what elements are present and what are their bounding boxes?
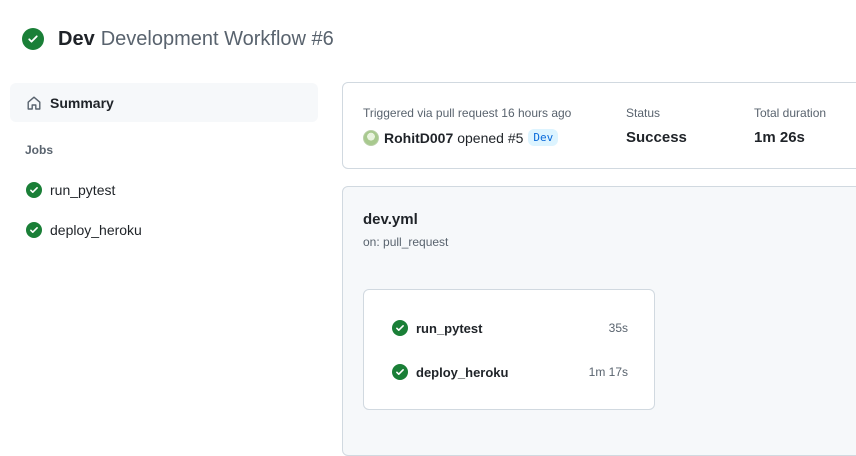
home-icon <box>26 95 42 111</box>
trigger-details: RohitD007 opened #5 Dev <box>363 129 559 146</box>
sidebar-job-label: deploy_heroku <box>50 222 142 238</box>
workflow-jobs-box: run_pytest 35s deploy_heroku 1m 17s <box>363 289 655 410</box>
graph-job-label: deploy_heroku <box>416 364 509 380</box>
status-caption: Status <box>626 106 661 120</box>
status-value: Success <box>626 129 687 146</box>
check-circle-fill-icon <box>26 182 42 198</box>
workflow-trigger: on: pull_request <box>363 235 449 249</box>
run-summary-card: Triggered via pull request 16 hours ago … <box>342 82 856 169</box>
graph-job-duration: 1m 17s <box>588 365 628 379</box>
sidebar-item-label: Summary <box>50 94 114 111</box>
graph-job-duration: 35s <box>608 321 628 335</box>
graph-job-run-pytest[interactable]: run_pytest 35s <box>392 319 628 337</box>
title-workflow-name: Development Workflow #6 <box>100 28 334 50</box>
run-title-row: Dev Development Workflow #6 <box>22 27 334 51</box>
duration-value: 1m 26s <box>754 129 805 146</box>
sidebar-job-deploy-heroku[interactable]: deploy_heroku <box>26 221 142 239</box>
graph-job-label: run_pytest <box>416 320 483 336</box>
check-circle-fill-icon <box>26 222 42 238</box>
check-circle-fill-icon <box>22 28 44 50</box>
sidebar-item-summary[interactable]: Summary <box>10 83 318 122</box>
title-branch-name: Dev <box>58 28 95 50</box>
user-link[interactable]: RohitD007 <box>384 130 453 146</box>
graph-job-deploy-heroku[interactable]: deploy_heroku 1m 17s <box>392 363 628 381</box>
check-circle-fill-icon <box>392 320 408 336</box>
check-circle-fill-icon <box>392 364 408 380</box>
branch-badge[interactable]: Dev <box>528 129 559 146</box>
pull-request-action[interactable]: opened #5 <box>457 130 523 146</box>
duration-caption: Total duration <box>754 106 827 120</box>
trigger-caption: Triggered via pull request 16 hours ago <box>363 106 572 120</box>
avatar[interactable] <box>363 129 379 146</box>
workflow-graph-panel: dev.yml on: pull_request run_pytest 35s … <box>342 186 856 456</box>
jobs-heading: Jobs <box>25 143 54 157</box>
workflow-file-name: dev.yml <box>363 211 418 228</box>
sidebar-job-label: run_pytest <box>50 182 116 198</box>
page-title: Dev Development Workflow #6 <box>58 27 334 51</box>
sidebar-job-run-pytest[interactable]: run_pytest <box>26 181 115 199</box>
